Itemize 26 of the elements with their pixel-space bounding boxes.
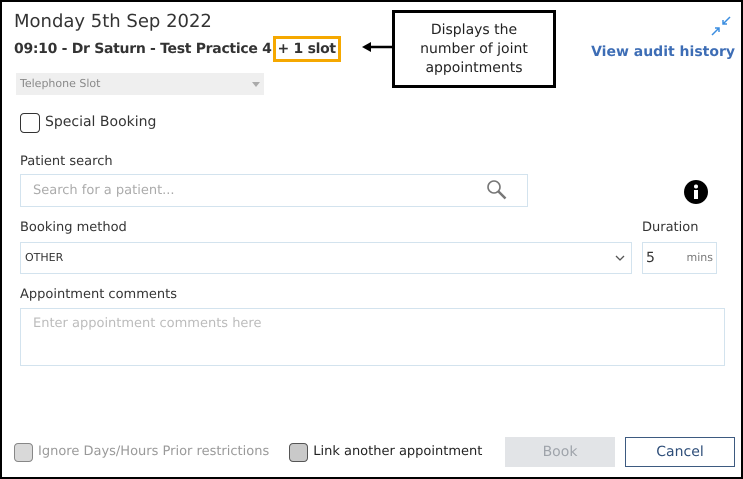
search-icon[interactable] (486, 179, 508, 201)
booking-method-dropdown[interactable]: OTHER (20, 242, 632, 274)
appointment-date: Monday 5th Sep 2022 (14, 10, 213, 34)
patient-search-label: Patient search (20, 153, 114, 171)
patient-search-field[interactable]: Search for a patient... (20, 174, 528, 207)
appointment-details: 09:10 - Dr Saturn - Test Practice 4 (14, 40, 272, 59)
comments-label: Appointment comments (20, 286, 178, 304)
info-icon[interactable] (683, 179, 709, 205)
special-booking-label: Special Booking (45, 113, 156, 132)
caret-icon (252, 82, 260, 86)
duration-label: Duration (642, 219, 700, 237)
option-label: Link another appointment (313, 443, 482, 462)
duration-unit: mins (686, 250, 713, 266)
collapse-icon[interactable] (711, 16, 731, 36)
audit-history-link[interactable]: View audit history (591, 42, 735, 63)
cancel-button[interactable]: Cancel (625, 437, 735, 467)
duration-field[interactable]: 5 mins (642, 242, 717, 274)
booking-method-label: Booking method (20, 219, 128, 237)
option-label: Ignore Days/Hours Prior restrictions (38, 443, 270, 462)
checkbox[interactable] (289, 442, 308, 462)
slot-count: + 1 slot (272, 36, 341, 62)
callout-arrow (362, 42, 394, 52)
chevron-icon (615, 255, 625, 261)
comments-field[interactable]: Enter appointment comments here (20, 308, 725, 366)
checkbox[interactable] (20, 112, 40, 132)
callout-box: Displays the number of joint appointments (392, 10, 556, 88)
